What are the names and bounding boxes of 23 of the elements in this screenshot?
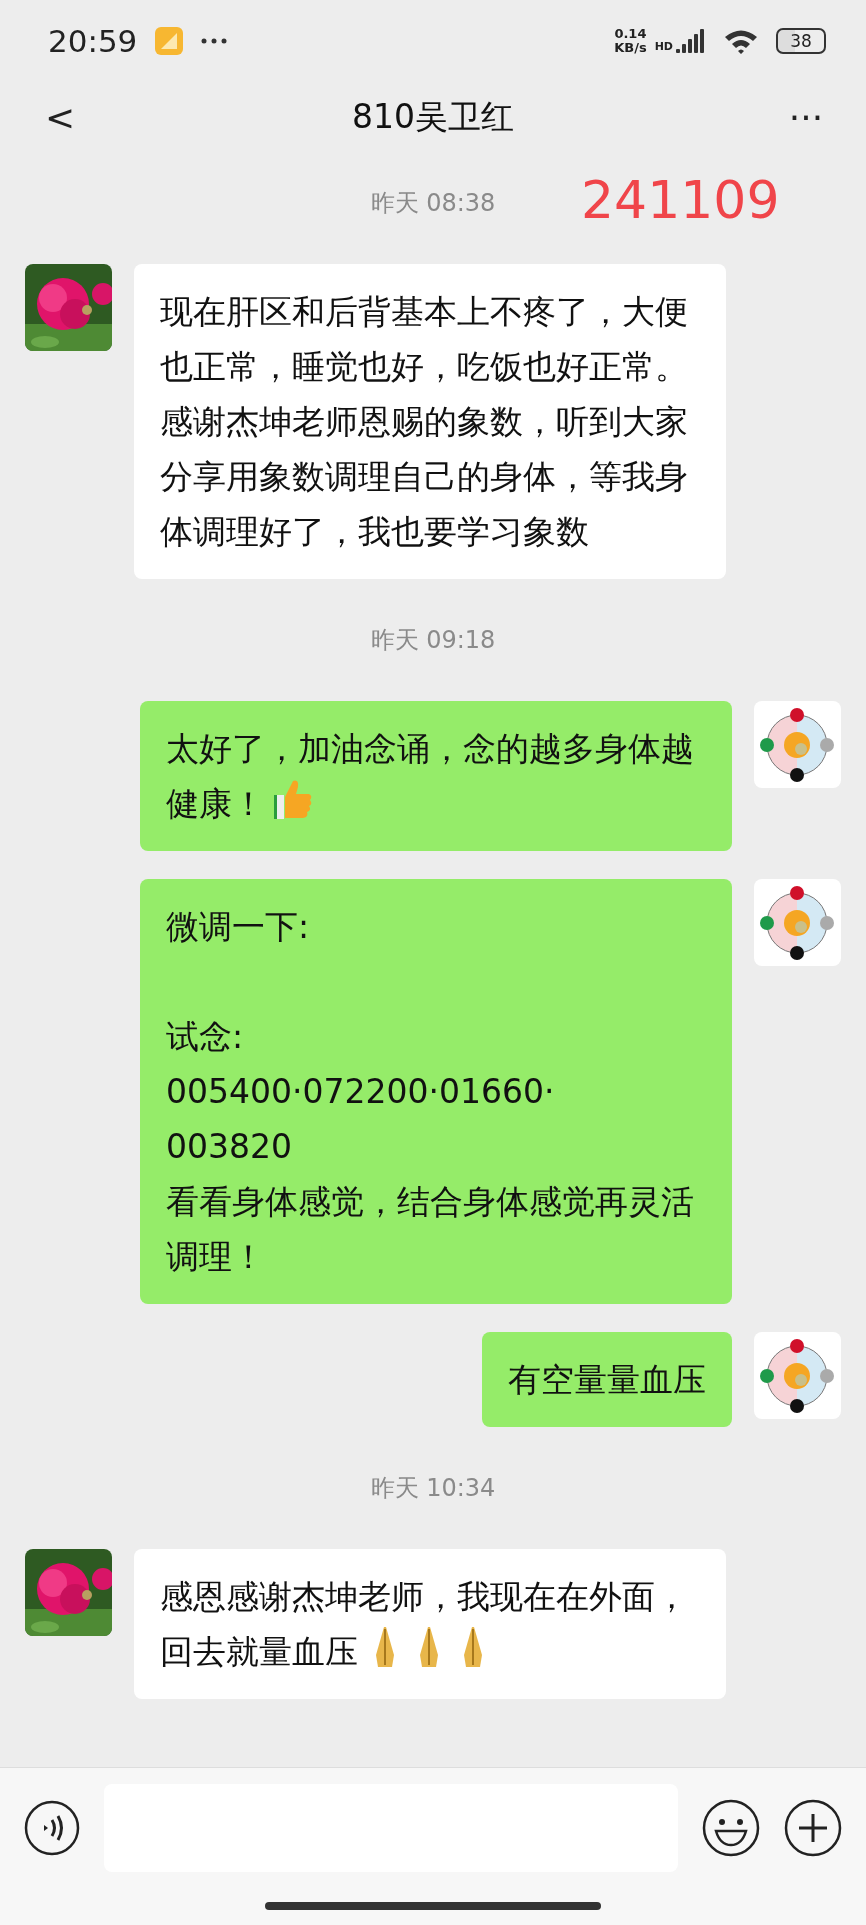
message-timestamp: 昨天 09:18 xyxy=(370,625,496,656)
more-button[interactable]: ··· xyxy=(776,96,836,138)
wifi-icon xyxy=(724,28,758,54)
notes-app-icon xyxy=(155,27,184,55)
message-timestamp: 昨天 08:38 xyxy=(370,188,496,219)
date-annotation: 241109 xyxy=(581,170,780,230)
more-notifications-icon xyxy=(201,38,228,44)
signal-icon xyxy=(676,29,706,53)
add-icon[interactable] xyxy=(784,1799,842,1857)
message-bubble: 微调一下: 试念: 005400·072200·01660· 003820 看看身体感觉，结合身体感觉再灵活调理！ xyxy=(140,879,732,1304)
emoji-icon[interactable] xyxy=(702,1799,760,1857)
network-type: HD xyxy=(654,40,673,53)
message-bubble: 有空量量血压 xyxy=(482,1332,732,1427)
message-bubble: 太好了，加油念诵，念的越多身体越健康！ xyxy=(140,701,732,851)
clock-time: 20:59 xyxy=(48,23,138,59)
network-speed: 0.14 KB/s xyxy=(614,27,647,55)
message-bubble: 现在肝区和后背基本上不疼了，大便也正常，睡觉也好，吃饭也好正常。感谢杰坤老师恩赐的象数，听到大家分享用象数调理自己的身体，等我身体调理好了，我也要学习象数 xyxy=(134,264,726,579)
back-button[interactable]: < xyxy=(30,96,90,138)
message-bubble: 感恩感谢杰坤老师，我现在在外面，回去就量血压 xyxy=(134,1549,726,1699)
chat-title: 810吴卫红 xyxy=(351,95,515,138)
voice-icon[interactable] xyxy=(24,1800,80,1856)
battery-level: 38 xyxy=(790,31,812,51)
message-timestamp: 昨天 10:34 xyxy=(370,1473,496,1504)
